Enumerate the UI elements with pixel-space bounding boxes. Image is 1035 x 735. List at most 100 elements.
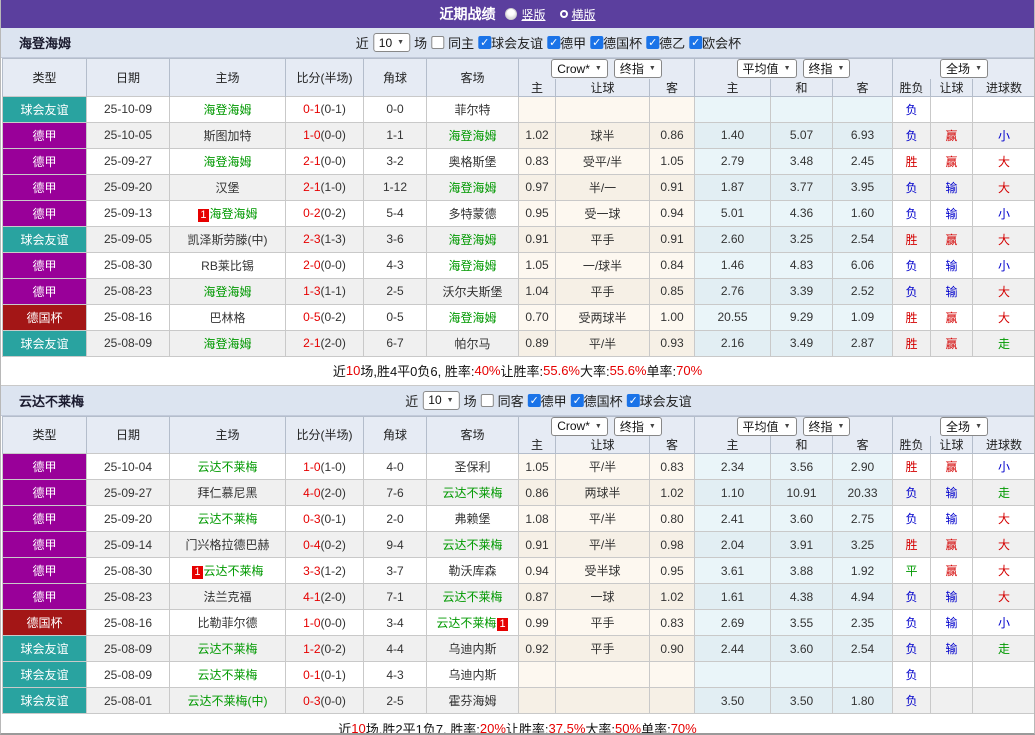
avg-source-select[interactable]: 平均值 ▼ — [736, 416, 797, 436]
goals-result: 大 — [972, 557, 1034, 584]
radio-horizontal-layout[interactable]: 横版 — [559, 6, 596, 23]
checkbox-league-checked[interactable] — [626, 393, 640, 407]
avg-away: 2.52 — [831, 277, 894, 305]
league-filter-label: 球会友谊 — [491, 36, 544, 51]
odds-home: 1.05 — [518, 251, 556, 279]
radio-vertical-layout[interactable]: 竖版 — [505, 6, 546, 23]
team-name: 海登海姆 — [19, 36, 72, 51]
league-badge: 德甲 — [2, 199, 87, 227]
odds-home: 1.04 — [518, 277, 556, 305]
odds-home: 1.02 — [518, 121, 556, 149]
away-team-name: 乌迪内斯 — [448, 668, 497, 682]
handicap-result: 赢 — [930, 303, 974, 331]
halftime-score: (0-0) — [320, 258, 346, 272]
avg-time-select[interactable]: 终指 ▼ — [802, 59, 851, 79]
summary-segment: 55.6% — [609, 363, 647, 378]
checkbox-same-home[interactable] — [431, 36, 445, 49]
radio-vertical-label[interactable]: 竖版 — [521, 6, 545, 23]
home-team-name: 云达不莱梅 — [197, 668, 258, 682]
corner-score: 3-6 — [363, 225, 427, 253]
odds-time-select[interactable]: 终指 ▼ — [613, 416, 662, 436]
games-label: 场 — [463, 393, 477, 409]
checkbox-same-away[interactable] — [480, 393, 494, 407]
checkbox-league-checked[interactable] — [478, 36, 492, 49]
corner-score: 4-3 — [363, 661, 427, 688]
home-team: 云达不莱梅(中) — [169, 687, 286, 714]
avg-away: 1.92 — [831, 557, 894, 584]
odds-source-select[interactable]: Crow* ▼ — [551, 416, 608, 436]
odds-home — [518, 95, 556, 123]
avg-time-select[interactable]: 终指 ▼ — [802, 416, 851, 436]
home-team-name: 海登海姆 — [203, 154, 252, 169]
winlose-result: 胜 — [892, 531, 932, 558]
league-badge: 球会友谊 — [2, 95, 87, 123]
match-date: 25-09-13 — [86, 199, 170, 227]
avg-away: 2.90 — [831, 453, 894, 480]
odds-handicap: 平手 — [555, 225, 650, 253]
odds-away: 0.91 — [649, 225, 695, 253]
corner-score: 4-4 — [363, 635, 427, 662]
col-date: 日期 — [86, 415, 170, 454]
away-team-name: 沃尔夫斯堡 — [442, 284, 503, 299]
home-team: 巴林格 — [169, 303, 286, 331]
odds-source-select[interactable]: Crow* ▼ — [551, 59, 608, 79]
avg-away: 2.45 — [831, 147, 894, 175]
league-badge: 德甲 — [2, 251, 87, 279]
avg-home — [694, 95, 771, 123]
radio-unselected-icon[interactable] — [559, 10, 568, 18]
checkbox-league-checked[interactable] — [547, 36, 561, 49]
chevron-down-icon: ▼ — [397, 39, 405, 46]
match-count-select[interactable]: 10 ▼ — [422, 390, 460, 410]
avg-source-select[interactable]: 平均值 ▼ — [736, 59, 797, 79]
away-team-name: 乌迪内斯 — [448, 642, 497, 656]
checkbox-league-checked[interactable] — [527, 393, 541, 407]
scope-select[interactable]: 全场 ▼ — [940, 416, 988, 436]
handicap-result: 赢 — [930, 121, 974, 149]
checkbox-league-checked[interactable] — [570, 393, 584, 407]
odds-handicap: 受一球 — [555, 199, 650, 227]
chevron-down-icon: ▼ — [594, 422, 602, 430]
avg-home: 2.34 — [694, 453, 771, 480]
col-home: 主场 — [169, 415, 286, 454]
checkbox-league-checked[interactable] — [590, 36, 604, 49]
summary-segment: 40% — [474, 363, 501, 378]
odds-time-select[interactable]: 终指 ▼ — [613, 59, 662, 79]
odds-handicap — [555, 95, 650, 123]
fulltime-score: 0-3 — [303, 511, 321, 526]
odds-handicap: 半/一 — [555, 173, 650, 201]
col-odds-home: 主 — [518, 436, 556, 454]
away-team-name: 奥格斯堡 — [448, 154, 497, 169]
summary-segment: 50% — [615, 720, 642, 735]
goals-result: 小 — [972, 251, 1034, 279]
match-row: 德甲 25-10-05 斯图加特 1-0(0-0) 1-1 海登海姆 1.02 … — [2, 121, 1034, 149]
goals-result: 大 — [972, 173, 1034, 201]
col-winlose: 胜负 — [892, 436, 932, 454]
checkbox-league-checked[interactable] — [646, 36, 660, 49]
handicap-result: 输 — [930, 251, 974, 279]
odds-handicap: 一/球半 — [555, 251, 650, 279]
league-badge: 德甲 — [2, 531, 87, 558]
home-team: 比勒菲尔德 — [169, 609, 286, 636]
home-team-name: 云达不莱梅 — [197, 512, 258, 526]
radio-selected-icon[interactable] — [505, 8, 518, 20]
col-avg-draw: 和 — [770, 78, 833, 97]
winlose-result: 负 — [892, 635, 932, 662]
league-filter-label: 德国杯 — [603, 36, 643, 51]
match-count-select[interactable]: 10 ▼ — [372, 33, 411, 52]
away-team-name: 海登海姆 — [448, 128, 497, 143]
match-row: 球会友谊 25-08-01 云达不莱梅(中) 0-3(0-0) 2-5 霍芬海姆… — [2, 687, 1034, 714]
filter-bar: 近 10▼ 场 同主 球会友谊 德甲 德国杯 德乙 欧会杯 — [356, 33, 741, 52]
home-team-name: 海登海姆 — [203, 284, 252, 299]
col-odds-away: 客 — [649, 78, 695, 97]
home-team-name: 云达不莱梅 — [197, 642, 258, 656]
home-team: 斯图加特 — [169, 121, 286, 149]
col-goals: 进球数 — [972, 436, 1034, 454]
radio-horizontal-label[interactable]: 横版 — [572, 6, 596, 23]
fulltime-score: 2-0 — [303, 258, 321, 272]
col-score: 比分(半场) — [285, 58, 364, 96]
match-date: 25-09-05 — [86, 225, 170, 253]
fulltime-score: 3-3 — [303, 563, 321, 578]
halftime-score: (0-0) — [320, 615, 346, 630]
checkbox-league-checked[interactable] — [689, 36, 703, 49]
scope-select[interactable]: 全场 ▼ — [940, 59, 988, 79]
